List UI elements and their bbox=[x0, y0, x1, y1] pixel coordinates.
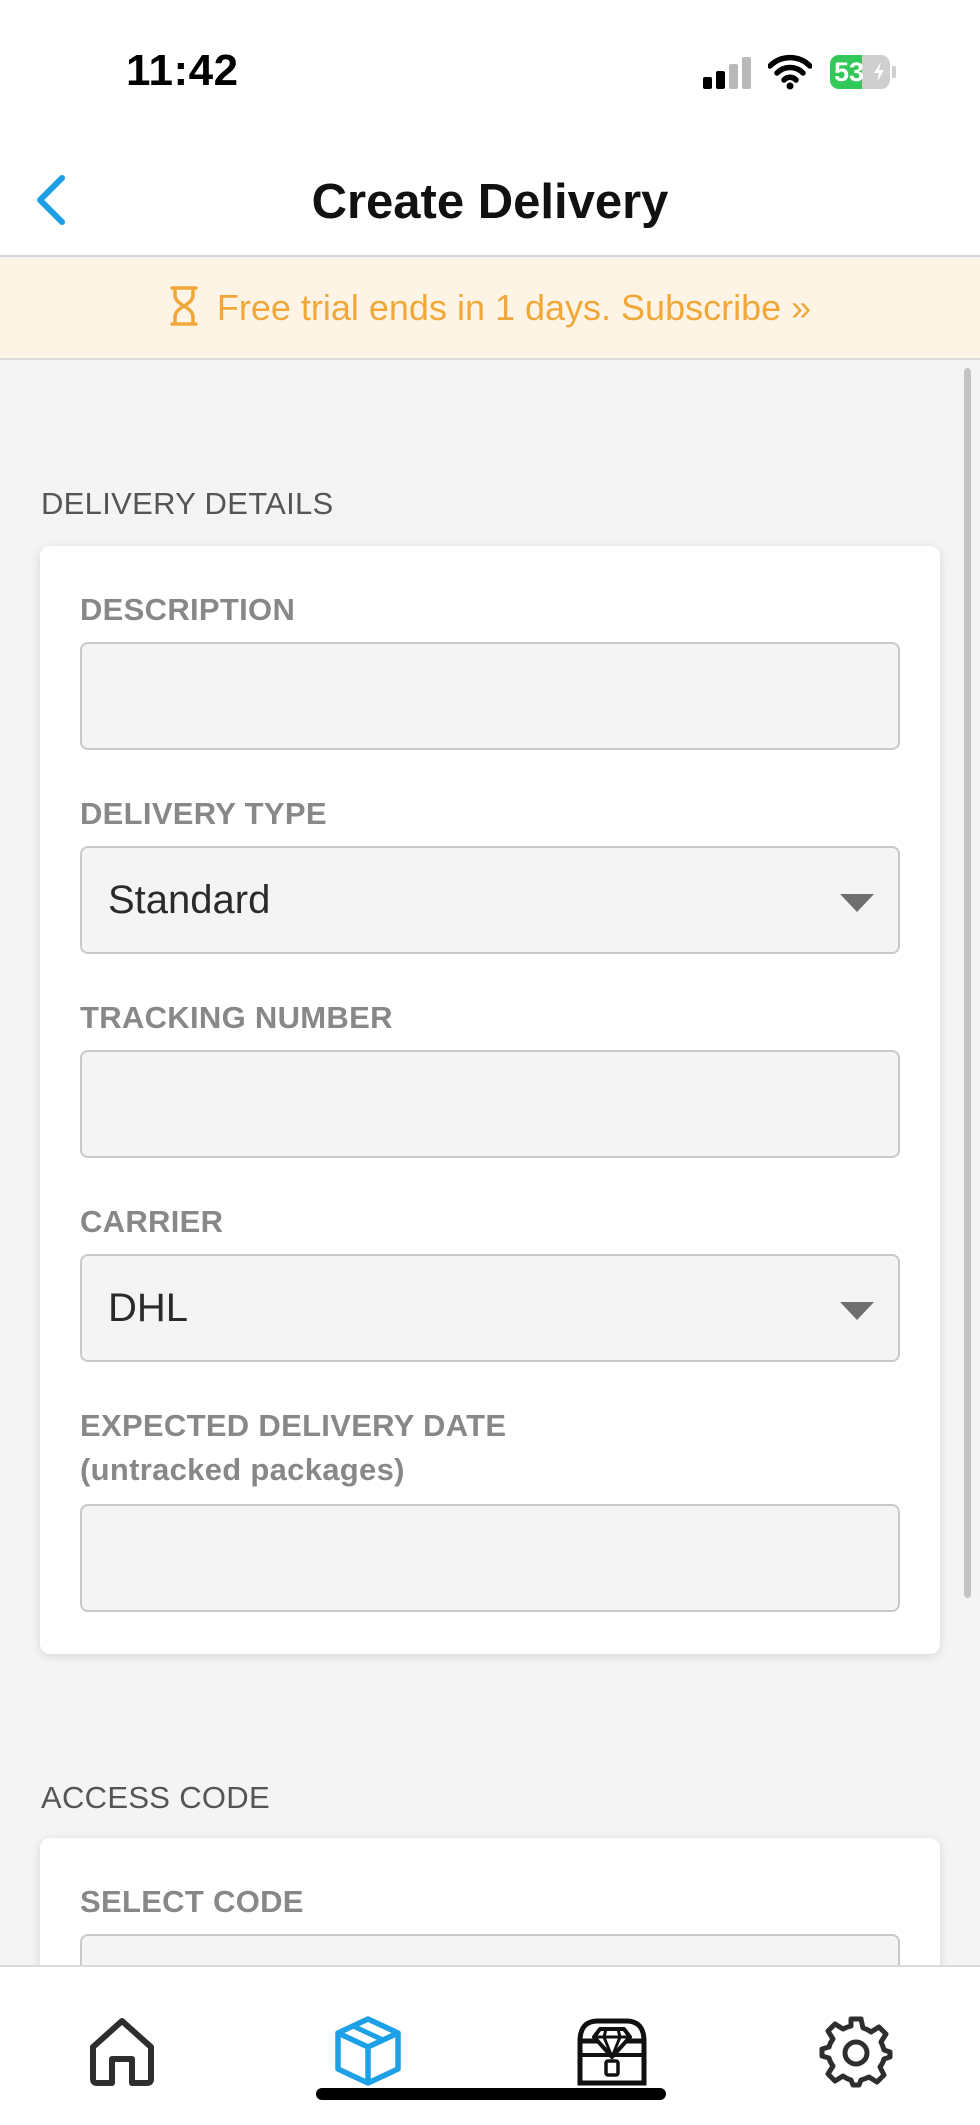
description-field[interactable] bbox=[80, 642, 900, 750]
wifi-icon bbox=[767, 54, 813, 90]
tab-settings[interactable] bbox=[818, 2013, 894, 2089]
charging-bolt-icon bbox=[874, 62, 884, 82]
expected-date-sublabel: (untracked packages) bbox=[80, 1452, 405, 1487]
carrier-value: DHL bbox=[108, 1286, 189, 1330]
tab-deliveries[interactable] bbox=[330, 2013, 406, 2089]
screen: 11:42 53 Create Delivery Free trial ends… bbox=[0, 0, 980, 2125]
delivery-type-value: Standard bbox=[108, 878, 271, 922]
tracking-number-field[interactable] bbox=[80, 1050, 900, 1158]
nav-bar: Create Delivery bbox=[0, 140, 980, 257]
page-title: Create Delivery bbox=[311, 175, 669, 229]
carrier-select[interactable]: DHL bbox=[80, 1254, 900, 1362]
scroll-indicator[interactable] bbox=[964, 368, 971, 1598]
delivery-type-label: DELIVERY TYPE bbox=[80, 796, 327, 831]
battery-icon: 53 bbox=[830, 55, 896, 89]
status-time: 11:42 bbox=[126, 46, 239, 95]
home-icon bbox=[90, 2018, 154, 2086]
tab-bar bbox=[0, 1965, 980, 2125]
expected-date-field[interactable] bbox=[80, 1504, 900, 1612]
expected-date-label: EXPECTED DELIVERY DATE bbox=[80, 1408, 507, 1443]
section-header-access-code: ACCESS CODE bbox=[41, 1780, 270, 1815]
tab-home[interactable] bbox=[84, 2013, 160, 2089]
carrier-label: CARRIER bbox=[80, 1204, 224, 1239]
select-code-label: SELECT CODE bbox=[80, 1884, 304, 1919]
section-header-delivery-details: DELIVERY DETAILS bbox=[41, 486, 334, 521]
trial-banner[interactable]: Free trial ends in 1 days. Subscribe » bbox=[0, 259, 980, 360]
cellular-signal-icon bbox=[703, 57, 751, 89]
package-icon bbox=[335, 2016, 401, 2086]
description-label: DESCRIPTION bbox=[80, 592, 296, 627]
tracking-number-label: TRACKING NUMBER bbox=[80, 1000, 393, 1035]
treasure-chest-icon bbox=[577, 2018, 647, 2086]
tab-treasure[interactable] bbox=[574, 2013, 650, 2089]
trial-banner-text[interactable]: Free trial ends in 1 days. Subscribe » bbox=[217, 287, 811, 328]
home-indicator bbox=[316, 2088, 666, 2100]
delivery-details-card: DESCRIPTION DELIVERY TYPE Standard TRACK… bbox=[40, 546, 940, 1654]
caret-down-icon bbox=[840, 894, 874, 912]
caret-down-icon bbox=[840, 1302, 874, 1320]
hourglass-icon bbox=[169, 285, 199, 327]
status-bar: 11:42 53 bbox=[0, 0, 980, 140]
gear-icon bbox=[819, 2016, 893, 2088]
delivery-type-select[interactable]: Standard bbox=[80, 846, 900, 954]
